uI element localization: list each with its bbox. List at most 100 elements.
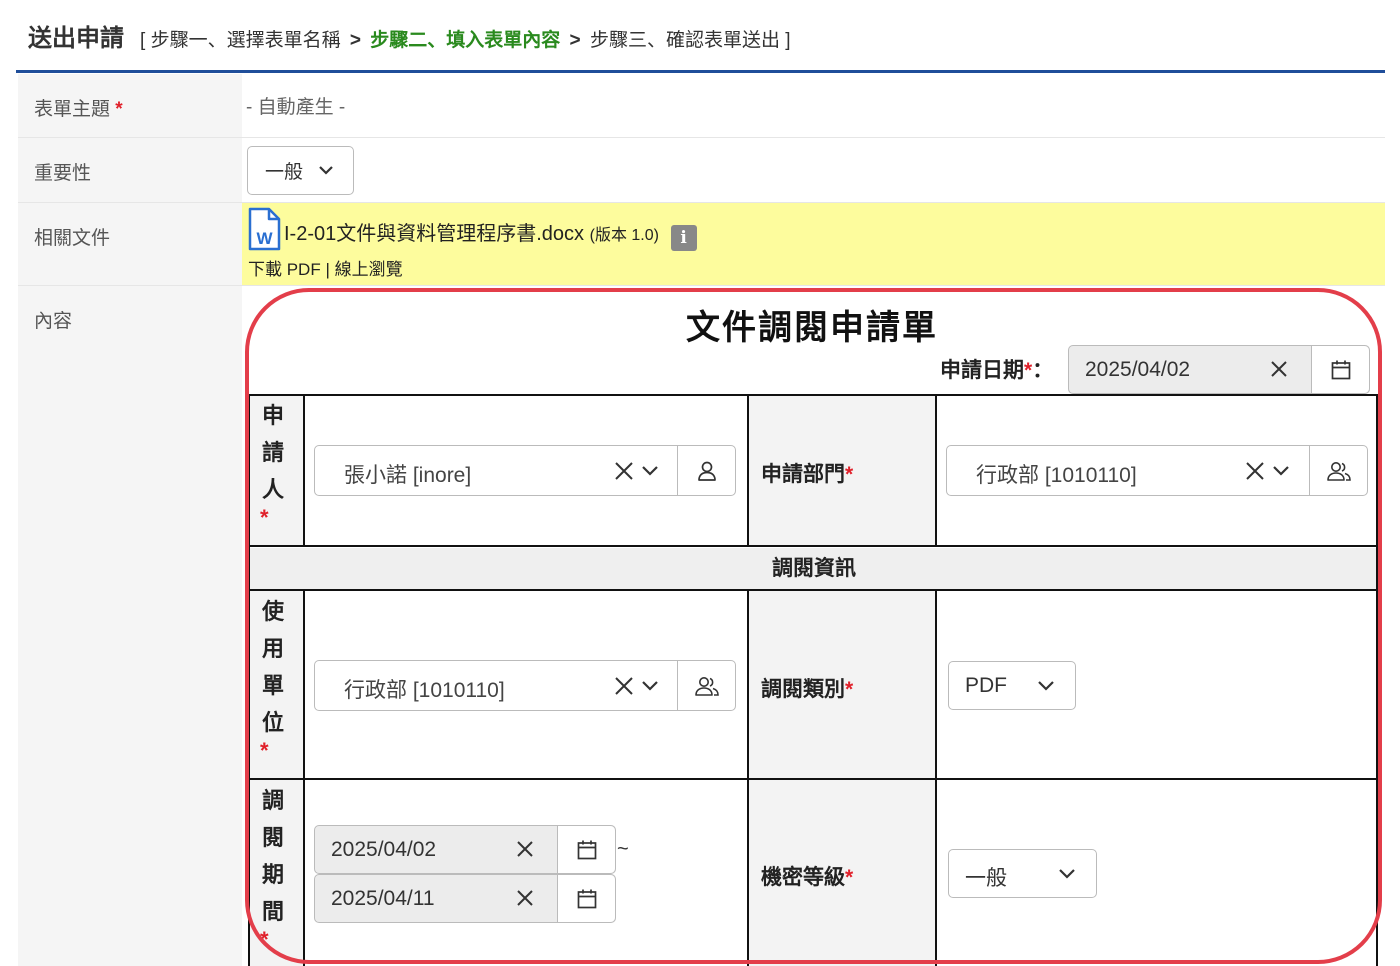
- apply-date-input[interactable]: 2025/04/02: [1068, 345, 1370, 394]
- required-mark: *: [260, 738, 269, 763]
- access-type-label-text: 調閱類別: [761, 678, 845, 701]
- apply-date-label-text: 申請日期: [940, 359, 1024, 382]
- clear-icon[interactable]: [613, 460, 635, 482]
- confidentiality-value: 一般: [965, 867, 1007, 890]
- chevron-down-icon[interactable]: [641, 677, 659, 695]
- label-subject-text: 表單主題: [34, 99, 111, 120]
- access-type-select[interactable]: PDF: [948, 661, 1076, 710]
- header-divider: [16, 70, 1385, 73]
- access-type-label: 調閱類別*: [761, 673, 853, 703]
- user-select-button[interactable]: [677, 446, 735, 495]
- table-border: [1376, 394, 1378, 966]
- calendar-icon: [577, 889, 596, 908]
- label-related-docs: 相關文件: [18, 203, 242, 285]
- period-end-value: 2025/04/11: [331, 887, 435, 910]
- breadcrumb-step1: 步驟一、選擇表單名稱: [150, 30, 341, 51]
- using-unit-label: 使 用 單 位 *: [258, 593, 288, 763]
- applicant-picker[interactable]: 張小諾 [inore]: [314, 445, 736, 496]
- period-label-char: 間: [261, 899, 284, 924]
- download-pdf-link[interactable]: 下載 PDF: [248, 260, 321, 279]
- table-border: [935, 589, 937, 966]
- chevron-down-icon[interactable]: [1272, 462, 1290, 480]
- table-border: [303, 589, 305, 966]
- online-view-link[interactable]: 線上瀏覽: [335, 260, 403, 279]
- department-label-text: 申請部門: [761, 463, 845, 486]
- required-mark: *: [845, 866, 854, 889]
- word-file-icon: W: [248, 207, 281, 251]
- table-border: [248, 778, 1378, 780]
- applicant-label-char: 申: [261, 403, 284, 428]
- colon: ：: [1032, 359, 1054, 382]
- applicant-label-char: 請: [261, 440, 284, 465]
- department-picker[interactable]: 行政部 [1010110]: [946, 445, 1368, 496]
- chevron-down-icon: [1059, 869, 1075, 879]
- using-unit-label-char: 位: [261, 710, 284, 735]
- label-importance: 重要性: [18, 138, 242, 202]
- form-title: 文件調閱申請單: [686, 309, 938, 347]
- department-label: 申請部門*: [761, 458, 853, 488]
- label-content-text: 內容: [34, 311, 73, 332]
- chevron-down-icon[interactable]: [641, 462, 659, 480]
- table-border: [935, 394, 937, 547]
- label-subject: 表單主題 *: [18, 74, 242, 137]
- calendar-icon: [577, 840, 596, 859]
- required-mark: *: [845, 463, 854, 486]
- period-label-char: 閱: [261, 825, 284, 850]
- access-type-value: PDF: [965, 674, 1007, 697]
- calendar-button[interactable]: [557, 826, 615, 873]
- apply-date-label: 申請日期*：: [940, 354, 1053, 384]
- file-version: (版本 1.0): [589, 227, 659, 244]
- clear-icon[interactable]: [613, 675, 635, 697]
- breadcrumb: [ 步驟一、選擇表單名稱 > 步驟二、填入表單內容 > 步驟三、確認表單送出 ]: [140, 25, 791, 52]
- using-unit-label-char: 使: [261, 599, 284, 624]
- table-border: [747, 589, 749, 966]
- users-icon: [1326, 461, 1351, 481]
- calendar-button[interactable]: [1311, 346, 1369, 393]
- using-unit-value: 行政部 [1010110]: [344, 679, 505, 702]
- period-end-input[interactable]: 2025/04/11: [314, 874, 616, 923]
- chevron-down-icon: [319, 166, 333, 175]
- table-border: [248, 394, 1378, 396]
- table-border: [248, 545, 1378, 547]
- using-unit-label-char: 用: [261, 636, 284, 661]
- importance-value: 一般: [265, 162, 304, 183]
- department-value: 行政部 [1010110]: [976, 464, 1137, 487]
- file-name: I-2-01文件與資料管理程序書.docx (版本 1.0) i: [284, 217, 697, 251]
- required-mark: *: [115, 99, 123, 120]
- table-border: [303, 394, 305, 547]
- clear-icon[interactable]: [514, 887, 536, 909]
- clear-icon[interactable]: [514, 838, 536, 860]
- table-border: [747, 394, 749, 547]
- applicant-label: 申 請 人 *: [258, 397, 288, 529]
- clear-icon[interactable]: [1244, 460, 1266, 482]
- doc-links: 下載 PDF | 線上瀏覽: [248, 255, 403, 280]
- group-select-button[interactable]: [1309, 446, 1367, 495]
- chevron-down-icon: [1038, 681, 1054, 691]
- confidentiality-select[interactable]: 一般: [948, 849, 1097, 898]
- period-start-input[interactable]: 2025/04/02: [314, 825, 616, 874]
- breadcrumb-sep: >: [569, 30, 581, 51]
- group-select-button[interactable]: [677, 661, 735, 710]
- info-icon[interactable]: i: [670, 225, 697, 251]
- period-label: 調 閱 期 間 *: [258, 782, 288, 952]
- label-content: 內容: [18, 286, 242, 966]
- breadcrumb-open: [: [140, 30, 146, 51]
- applicant-label-char: 人: [261, 477, 284, 502]
- breadcrumb-step3: 步驟三、確認表單送出: [589, 30, 780, 51]
- breadcrumb-sep: >: [349, 30, 361, 51]
- importance-select[interactable]: 一般: [247, 146, 354, 195]
- period-label-char: 期: [261, 862, 284, 887]
- file-name-text[interactable]: I-2-01文件與資料管理程序書.docx: [284, 223, 584, 245]
- table-border: [248, 394, 250, 966]
- breadcrumb-step2: 步驟二、填入表單內容: [370, 30, 561, 51]
- page-title: 送出申請: [28, 25, 124, 52]
- section-title: 調閱資訊: [250, 548, 1378, 589]
- using-unit-picker[interactable]: 行政部 [1010110]: [314, 660, 736, 711]
- table-border: [248, 589, 1378, 591]
- period-label-char: 調: [261, 788, 284, 813]
- date-range-separator: ~: [617, 838, 629, 860]
- calendar-button[interactable]: [557, 875, 615, 922]
- clear-icon[interactable]: [1268, 358, 1290, 380]
- required-mark: *: [260, 927, 269, 952]
- label-related-docs-text: 相關文件: [34, 228, 111, 249]
